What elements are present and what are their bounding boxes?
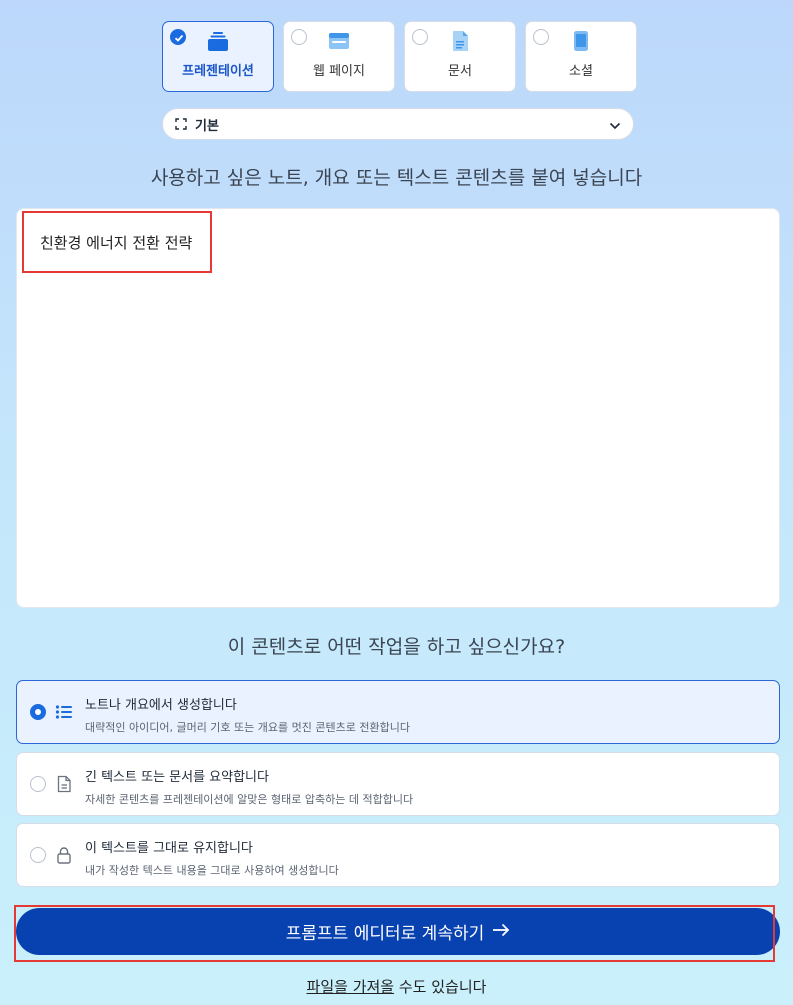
option-summarize-text[interactable]: 긴 텍스트 또는 문서를 요약합니다 자세한 콘텐츠를 프레젠테이션에 알맞은 … — [16, 752, 780, 816]
type-label: 소셜 — [569, 64, 593, 79]
option-text: 노트나 개요에서 생성합니다 대략적인 아이디어, 글머리 기호 또는 개요를 … — [85, 694, 410, 735]
radio-unchecked — [30, 847, 46, 863]
option-description: 자세한 콘텐츠를 프레젠테이션에 알맞은 형태로 압축하는 데 적합합니다 — [85, 793, 414, 806]
type-label: 웹 페이지 — [313, 64, 365, 79]
type-card-web-page[interactable]: 웹 페이지 — [283, 21, 395, 92]
lock-icon — [55, 846, 73, 864]
option-text: 긴 텍스트 또는 문서를 요약합니다 자세한 콘텐츠를 프레젠테이션에 알맞은 … — [85, 766, 413, 807]
option-title: 이 텍스트를 그대로 유지합니다 — [85, 841, 253, 856]
option-text: 이 텍스트를 그대로 유지합니다 내가 작성한 텍스트 내용을 그대로 사용하여… — [85, 837, 339, 878]
content-textarea[interactable]: 친환경 에너지 전환 전략 — [16, 208, 780, 608]
list-icon — [55, 703, 73, 721]
content-type-selector: 프레젠테이션 웹 페이지 문서 소셜 — [162, 21, 637, 92]
mobile-phone-icon — [570, 30, 592, 52]
radio-selected — [30, 704, 46, 720]
content-text: 친환경 에너지 전환 전략 — [40, 234, 193, 252]
cta-label: 프롬프트 에디터로 계속하기 — [285, 924, 485, 944]
radio-unchecked — [30, 776, 46, 792]
check-icon — [170, 29, 186, 45]
option-title: 긴 텍스트 또는 문서를 요약합니다 — [85, 770, 269, 785]
option-description: 내가 작성한 텍스트 내용을 그대로 사용하여 생성합니다 — [85, 864, 339, 877]
type-label: 프레젠테이션 — [182, 64, 254, 79]
type-card-document[interactable]: 문서 — [404, 21, 516, 92]
option-keep-text[interactable]: 이 텍스트를 그대로 유지합니다 내가 작성한 텍스트 내용을 그대로 사용하여… — [16, 823, 780, 887]
chevron-down-icon — [609, 115, 621, 134]
radio-unchecked — [291, 29, 307, 45]
paste-prompt-heading: 사용하고 싶은 노트, 개요 또는 텍스트 콘텐츠를 붙여 넣습니다 — [150, 167, 643, 189]
radio-unchecked — [533, 29, 549, 45]
aspect-frame-icon — [175, 115, 187, 134]
option-description: 대략적인 아이디어, 글머리 기호 또는 개요를 멋진 콘텐츠로 전환합니다 — [85, 721, 410, 734]
style-dropdown[interactable]: 기본 — [162, 108, 634, 140]
import-file-link[interactable]: 파일을 가져올 — [307, 978, 395, 996]
arrow-right-icon — [492, 922, 510, 942]
action-prompt-heading: 이 콘텐츠로 어떤 작업을 하고 싶으신가요? — [227, 636, 566, 658]
option-title: 노트나 개요에서 생성합니다 — [85, 698, 237, 713]
option-generate-from-notes[interactable]: 노트나 개요에서 생성합니다 대략적인 아이디어, 글머리 기호 또는 개요를 … — [16, 680, 780, 744]
radio-unchecked — [412, 29, 428, 45]
web-page-icon — [328, 30, 350, 52]
type-card-social[interactable]: 소셜 — [525, 21, 637, 92]
footer-text: 수도 있습니다 — [394, 978, 487, 996]
presentation-stack-icon — [207, 30, 229, 52]
type-label: 문서 — [448, 64, 472, 79]
import-file-footer: 파일을 가져올 수도 있습니다 — [0, 976, 793, 997]
continue-to-prompt-editor-button[interactable]: 프롬프트 에디터로 계속하기 — [16, 908, 780, 955]
type-card-presentation[interactable]: 프레젠테이션 — [162, 21, 274, 92]
style-dropdown-value: 기본 — [195, 118, 219, 134]
document-icon — [449, 30, 471, 52]
document-icon — [55, 775, 73, 793]
